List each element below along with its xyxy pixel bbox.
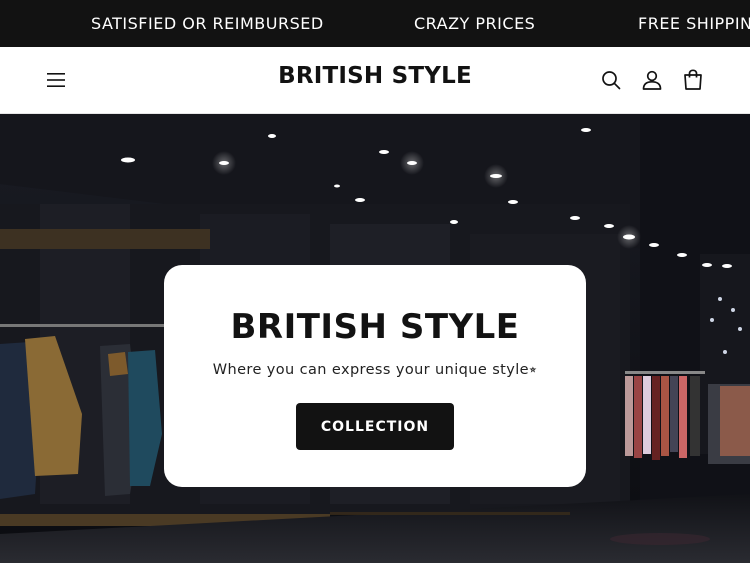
hero-title: BRITISH STYLE xyxy=(230,307,520,347)
announcement-bar: SATISFIED OR REIMBURSED CRAZY PRICES FRE… xyxy=(0,0,750,47)
announcement-message: FREE SHIPPING xyxy=(638,14,750,33)
announcement-message: SATISFIED OR REIMBURSED xyxy=(91,14,324,33)
collection-button[interactable]: COLLECTION xyxy=(296,403,454,450)
site-header: BRITISH STYLE xyxy=(0,47,750,114)
hero-subtitle: Where you can express your unique style⭒ xyxy=(212,362,538,378)
search-icon[interactable] xyxy=(599,68,623,92)
site-logo[interactable]: BRITISH STYLE xyxy=(0,63,750,89)
account-icon[interactable] xyxy=(640,68,664,92)
cart-icon[interactable] xyxy=(681,68,705,92)
hero-card: BRITISH STYLE Where you can express your… xyxy=(164,265,586,487)
announcement-message: CRAZY PRICES xyxy=(414,14,536,33)
hero-banner: BRITISH STYLE Where you can express your… xyxy=(0,114,750,563)
